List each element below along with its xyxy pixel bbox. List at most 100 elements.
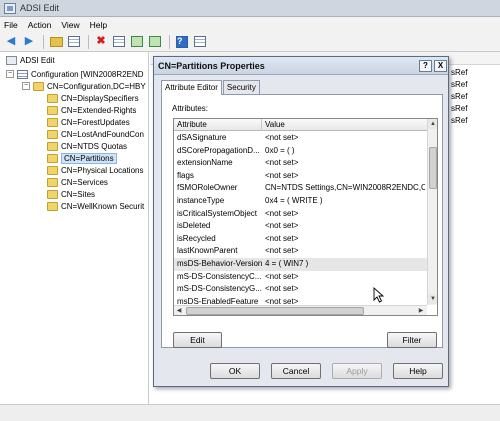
dialog-close-button[interactable]: X (434, 60, 447, 72)
attribute-row[interactable]: dSCorePropagationD... 0x0 = ( ) (174, 145, 427, 158)
attribute-name: isCriticalSystemObject (177, 208, 258, 218)
tab-security[interactable]: Security (222, 80, 260, 94)
tree-node-lostandfound[interactable]: CN=LostAndFoundCon (47, 128, 144, 140)
attribute-name: lastKnownParent (177, 246, 238, 256)
tree-node-label: CN=Partitions (61, 152, 117, 164)
tree-pane: ADSI Edit − Configuration [WIN2008R2END … (0, 52, 149, 404)
attribute-row[interactable]: lastKnownParent <not set> (174, 245, 427, 258)
delete-icon[interactable]: ✖ (93, 34, 109, 50)
edit-button[interactable]: Edit (173, 332, 222, 348)
ok-button[interactable]: OK (210, 363, 260, 379)
attribute-value: <not set> (265, 233, 299, 243)
scroll-right-icon[interactable]: ▶ (416, 306, 426, 315)
menu-file[interactable]: File (4, 20, 18, 30)
properties-icon[interactable] (111, 34, 127, 50)
attribute-value: <not set> (265, 284, 299, 294)
tree-node-label: CN=Sites (61, 189, 96, 199)
attribute-value: <not set> (265, 246, 299, 256)
tree-node-label: CN=Configuration,DC=HBY (47, 81, 146, 91)
tree-node-forestupdates[interactable]: CN=ForestUpdates (47, 116, 130, 128)
show-hide-tree-icon[interactable] (66, 34, 82, 50)
app-title-bar: ADSI Edit (0, 0, 500, 17)
scroll-left-icon[interactable]: ◀ (174, 306, 184, 315)
menu-view[interactable]: View (61, 20, 79, 30)
tree-node-sites[interactable]: CN=Sites (47, 188, 95, 200)
attribute-row[interactable]: mS-DS-ConsistencyG... <not set> (174, 283, 427, 296)
dialog-title-bar: CN=Partitions Properties (154, 57, 448, 75)
attribute-row[interactable]: fSMORoleOwner CN=NTDS Settings,CN=WIN200… (174, 182, 427, 195)
attribute-row-selected[interactable]: msDS-Behavior-Version 4 = ( WIN7 ) (174, 258, 427, 271)
tree-root[interactable]: ADSI Edit (6, 54, 55, 66)
attribute-name: isDeleted (177, 221, 211, 231)
attribute-grid[interactable]: Attribute Value dSASignature <not set> d… (173, 118, 438, 316)
attribute-value: <not set> (265, 158, 299, 168)
tree-node-services[interactable]: CN=Services (47, 176, 108, 188)
apply-button[interactable]: Apply (332, 363, 382, 379)
list-cell: sRef (451, 104, 468, 113)
vertical-scrollbar[interactable]: ▲ ▼ (427, 119, 437, 305)
tree-node-label: CN=Extended-Rights (61, 105, 137, 115)
collapse-icon[interactable]: − (22, 82, 30, 90)
attribute-name: dSCorePropagationD... (177, 145, 260, 155)
help-icon[interactable]: ? (174, 34, 190, 50)
scroll-thumb[interactable] (186, 307, 364, 315)
tree-node-label: CN=ForestUpdates (61, 117, 130, 127)
attribute-value: <not set> (265, 170, 299, 180)
tree-node-extended-rights[interactable]: CN=Extended-Rights (47, 104, 136, 116)
list-cell: sRef (451, 116, 468, 125)
attribute-row[interactable]: isCriticalSystemObject <not set> (174, 208, 427, 221)
export-list-icon[interactable] (147, 34, 163, 50)
tree-node-label: ADSI Edit (20, 55, 55, 65)
tree-node-ntds-quotas[interactable]: CN=NTDS Quotas (47, 140, 127, 152)
dialog-help-button[interactable]: ? (419, 60, 432, 72)
attribute-editor-panel: Attributes: Attribute Value dSASignature… (161, 94, 443, 348)
refresh-icon[interactable] (129, 34, 145, 50)
attribute-name: isRecycled (177, 233, 216, 243)
back-arrow-icon[interactable]: ◀ (3, 34, 19, 50)
attribute-row[interactable]: isRecycled <not set> (174, 233, 427, 246)
up-folder-icon[interactable] (48, 34, 64, 50)
tree-node-label: CN=WellKnown Securit (61, 201, 145, 211)
folder-icon (47, 105, 58, 115)
forward-arrow-icon[interactable]: ▶ (21, 34, 37, 50)
adsi-edit-icon (4, 2, 16, 14)
tree-node-label: CN=NTDS Quotas (61, 141, 128, 151)
scroll-thumb[interactable] (429, 147, 437, 189)
help-button[interactable]: Help (393, 363, 443, 379)
properties-dialog: CN=Partitions Properties ? X Attribute E… (153, 56, 449, 387)
menu-help[interactable]: Help (90, 20, 107, 30)
attribute-row[interactable]: flags <not set> (174, 170, 427, 183)
adsi-edit-icon (6, 55, 17, 65)
tree-node-displayspecifiers[interactable]: CN=DisplaySpecifiers (47, 92, 139, 104)
attribute-name: mS-DS-ConsistencyG... (177, 284, 262, 294)
attribute-row[interactable]: instanceType 0x4 = ( WRITE ) (174, 195, 427, 208)
tree-node-configuration[interactable]: − Configuration [WIN2008R2END (6, 68, 144, 80)
tree-node-label: CN=LostAndFoundCon (61, 129, 144, 139)
menu-action[interactable]: Action (28, 20, 52, 30)
tab-attribute-editor[interactable]: Attribute Editor (161, 80, 222, 95)
action-pane-icon[interactable] (192, 34, 208, 50)
collapse-icon[interactable]: − (6, 70, 14, 78)
dialog-title: CN=Partitions Properties (158, 60, 265, 71)
attribute-row[interactable]: mS-DS-ConsistencyC... <not set> (174, 271, 427, 284)
column-header-value[interactable]: Value (262, 119, 427, 131)
cancel-button[interactable]: Cancel (271, 363, 321, 379)
tree-node-label: CN=Services (61, 177, 108, 187)
attribute-row[interactable]: extensionName <not set> (174, 157, 427, 170)
scroll-up-icon[interactable]: ▲ (428, 119, 437, 129)
tree-node-config-container[interactable]: − CN=Configuration,DC=HBY (22, 80, 146, 92)
tree-node-wellknown[interactable]: CN=WellKnown Securit (47, 200, 144, 212)
tree-node-partitions[interactable]: CN=Partitions (47, 152, 117, 164)
column-header-attribute[interactable]: Attribute (174, 119, 262, 131)
scroll-down-icon[interactable]: ▼ (428, 294, 437, 304)
horizontal-scrollbar[interactable]: ◀ ▶ (174, 305, 427, 315)
attribute-value: 0x4 = ( WRITE ) (265, 196, 323, 205)
list-cell: sRef (451, 68, 468, 77)
filter-button[interactable]: Filter (387, 332, 437, 348)
attribute-row[interactable]: dSASignature <not set> (174, 132, 427, 145)
tree-node-physical-locations[interactable]: CN=Physical Locations (47, 164, 143, 176)
attribute-name: dSASignature (177, 133, 227, 142)
attribute-name: instanceType (177, 196, 225, 205)
tab-strip: Attribute Editor Security (161, 80, 261, 95)
attribute-row[interactable]: isDeleted <not set> (174, 220, 427, 233)
